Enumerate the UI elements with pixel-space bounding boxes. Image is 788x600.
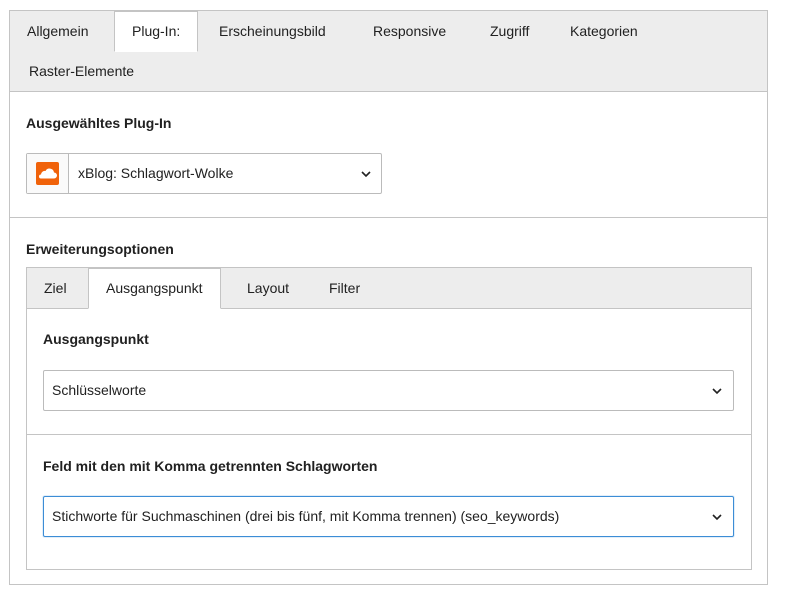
chevron-down-icon [712,388,722,395]
main-tab-bar: Allgemein Plug-In: Erscheinungsbild Resp… [10,11,767,92]
plugin-select-value: xBlog: Schlagwort-Wolke [78,165,234,181]
content-element-form: Allgemein Plug-In: Erscheinungsbild Resp… [9,10,768,585]
extension-tab-bar: Ziel Ausgangspunkt Layout Filter [27,268,751,309]
tab-filter[interactable]: Filter [312,268,377,308]
extension-options-section: Erweiterungsoptionen Ziel Ausgangspunkt … [10,219,767,585]
chevron-down-icon [712,514,722,521]
tab-zugriff[interactable]: Zugriff [473,11,546,51]
plugin-section: Ausgewähltes Plug-In xBlog: Schlagwort-W… [10,93,767,218]
tab-layout[interactable]: Layout [230,268,306,308]
extension-options-title: Erweiterungsoptionen [26,241,174,257]
keywords-field-select-value: Stichworte für Suchmaschinen (drei bis f… [52,508,560,524]
plugin-icon-box [27,154,69,193]
plugin-select[interactable]: xBlog: Schlagwort-Wolke [26,153,382,194]
extension-options-panel: Ziel Ausgangspunkt Layout Filter Ausgang… [26,267,752,570]
tab-ziel[interactable]: Ziel [27,268,84,308]
plugin-section-title: Ausgewähltes Plug-In [26,115,172,131]
keywords-field-title: Feld mit den mit Komma getrennten Schlag… [43,458,378,474]
origin-section-title: Ausgangspunkt [43,331,149,347]
origin-section: Ausgangspunkt Schlüsselworte [27,309,751,435]
tab-ausgangspunkt[interactable]: Ausgangspunkt [88,268,221,309]
tab-erscheinungsbild[interactable]: Erscheinungsbild [202,11,343,51]
keywords-field-section: Feld mit den mit Komma getrennten Schlag… [27,436,751,569]
tab-plug-in[interactable]: Plug-In: [114,11,199,52]
tab-allgemein[interactable]: Allgemein [10,11,105,51]
origin-select[interactable]: Schlüsselworte [43,370,734,411]
tab-raster-elemente[interactable]: Raster-Elemente [12,51,151,91]
keywords-field-select[interactable]: Stichworte für Suchmaschinen (drei bis f… [43,496,734,537]
origin-select-value: Schlüsselworte [52,382,147,398]
tab-kategorien[interactable]: Kategorien [553,11,655,51]
tab-responsive[interactable]: Responsive [356,11,463,51]
chevron-down-icon [361,171,371,178]
cloud-icon [36,162,59,185]
